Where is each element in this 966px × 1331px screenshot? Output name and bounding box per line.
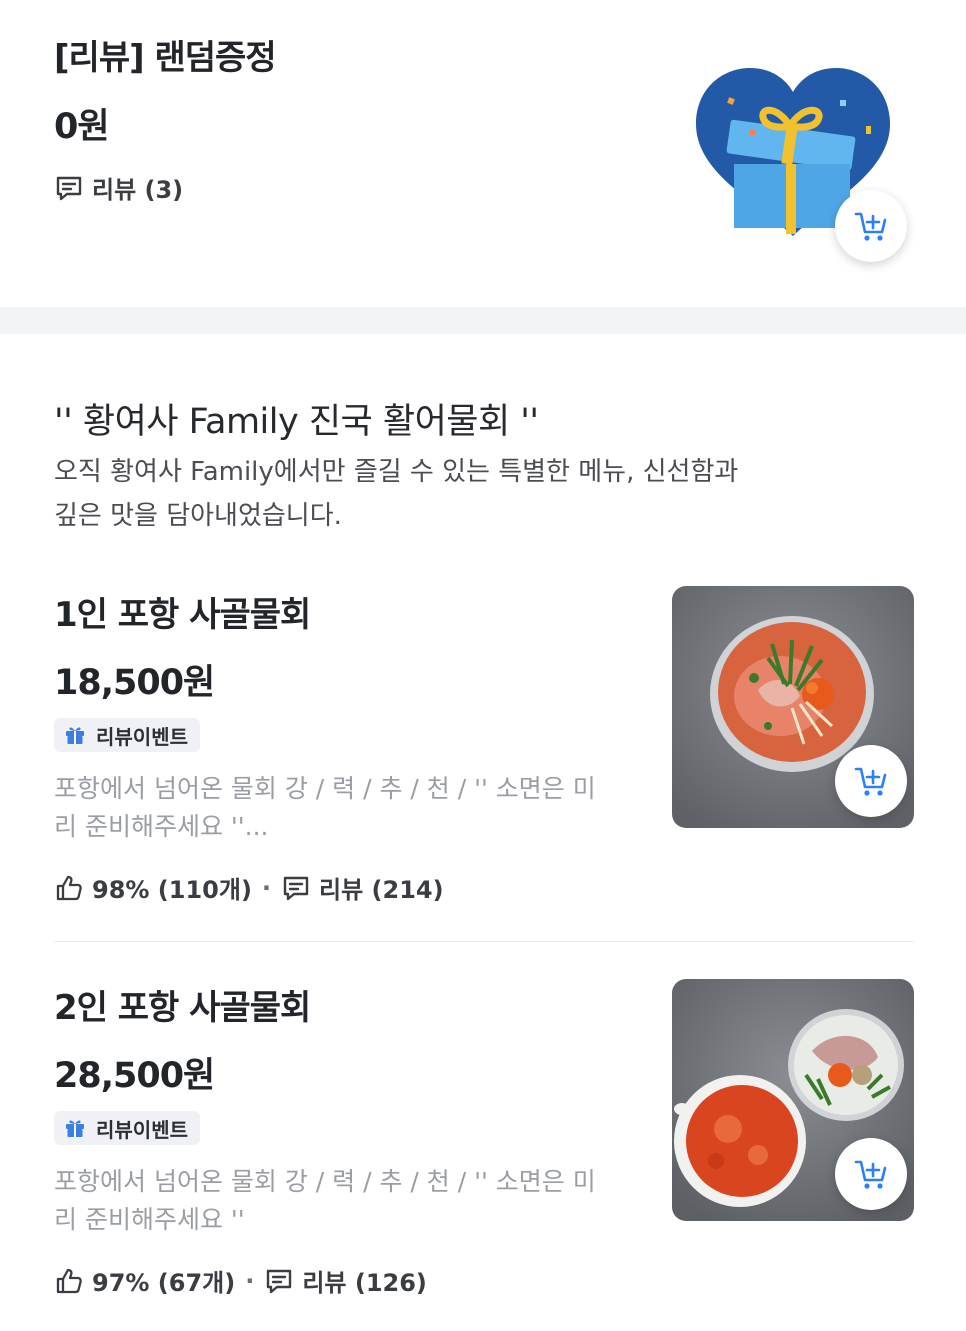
review-count: 리뷰 (3) — [54, 170, 183, 205]
gift-icon — [66, 1120, 84, 1137]
menu-item-description: 포항에서 넘어온 물회 강 / 력 / 추 / 천 / '' 소면은 미리 준비… — [54, 774, 596, 841]
add-to-cart-button[interactable] — [835, 190, 907, 262]
chat-bubble-icon — [267, 1269, 292, 1293]
section-description: 오직 황여사 Family에서만 즐길 수 있는 특별한 메뉴, 신선함과 깊은… — [54, 457, 739, 531]
add-to-cart-icon — [854, 212, 887, 241]
section-separator — [0, 307, 966, 334]
thumbs-up-icon — [56, 875, 82, 900]
menu-item-price: 18,500원 — [54, 663, 215, 703]
menu-item-stats: 97% (67개) · 리뷰 (126) — [54, 1263, 427, 1298]
badge-label: 리뷰이벤트 — [96, 1117, 188, 1142]
menu-item-stats: 98% (110개) · 리뷰 (214) — [54, 870, 444, 905]
badge-label: 리뷰이벤트 — [96, 724, 188, 749]
review-count-label: 리뷰 (214) — [319, 876, 444, 904]
add-to-cart-button[interactable] — [835, 1138, 907, 1210]
chat-bubble-icon — [56, 176, 82, 200]
badge-wrap: 리뷰이벤트 — [54, 1111, 200, 1145]
like-rate: 97% (67개) — [92, 1269, 236, 1297]
chat-bubble-icon — [283, 876, 309, 900]
menu-item-name: [리뷰] 랜덤증정 — [54, 38, 277, 78]
section-title: '' 황여사 Family 진국 활어물회 '' — [54, 402, 539, 442]
item-divider — [54, 941, 914, 942]
separator-dot: · — [245, 1266, 255, 1295]
menu-item-price: 28,500원 — [54, 1056, 215, 1096]
menu-item-description: 포항에서 넘어온 물회 강 / 력 / 추 / 천 / '' 소면은 미리 준비… — [54, 1167, 596, 1234]
menu-item-name: 1인 포항 사골물회 — [54, 595, 311, 635]
add-to-cart-icon — [854, 1160, 887, 1189]
menu-item-price: 0원 — [54, 107, 110, 147]
badge-wrap: 리뷰이벤트 — [54, 718, 200, 752]
menu-item-name: 2인 포항 사골물회 — [54, 988, 311, 1028]
review-event-badge: 리뷰이벤트 — [54, 1111, 200, 1145]
review-count-label: 리뷰 (126) — [302, 1269, 427, 1297]
add-to-cart-button[interactable] — [835, 745, 907, 817]
add-to-cart-icon — [854, 767, 887, 796]
thumbs-up-icon — [56, 1268, 82, 1293]
review-count-label: 리뷰 (3) — [92, 176, 184, 204]
like-rate: 98% (110개) — [92, 876, 252, 904]
separator-dot: · — [261, 873, 272, 902]
gift-icon — [66, 727, 84, 744]
review-event-badge: 리뷰이벤트 — [54, 718, 200, 752]
